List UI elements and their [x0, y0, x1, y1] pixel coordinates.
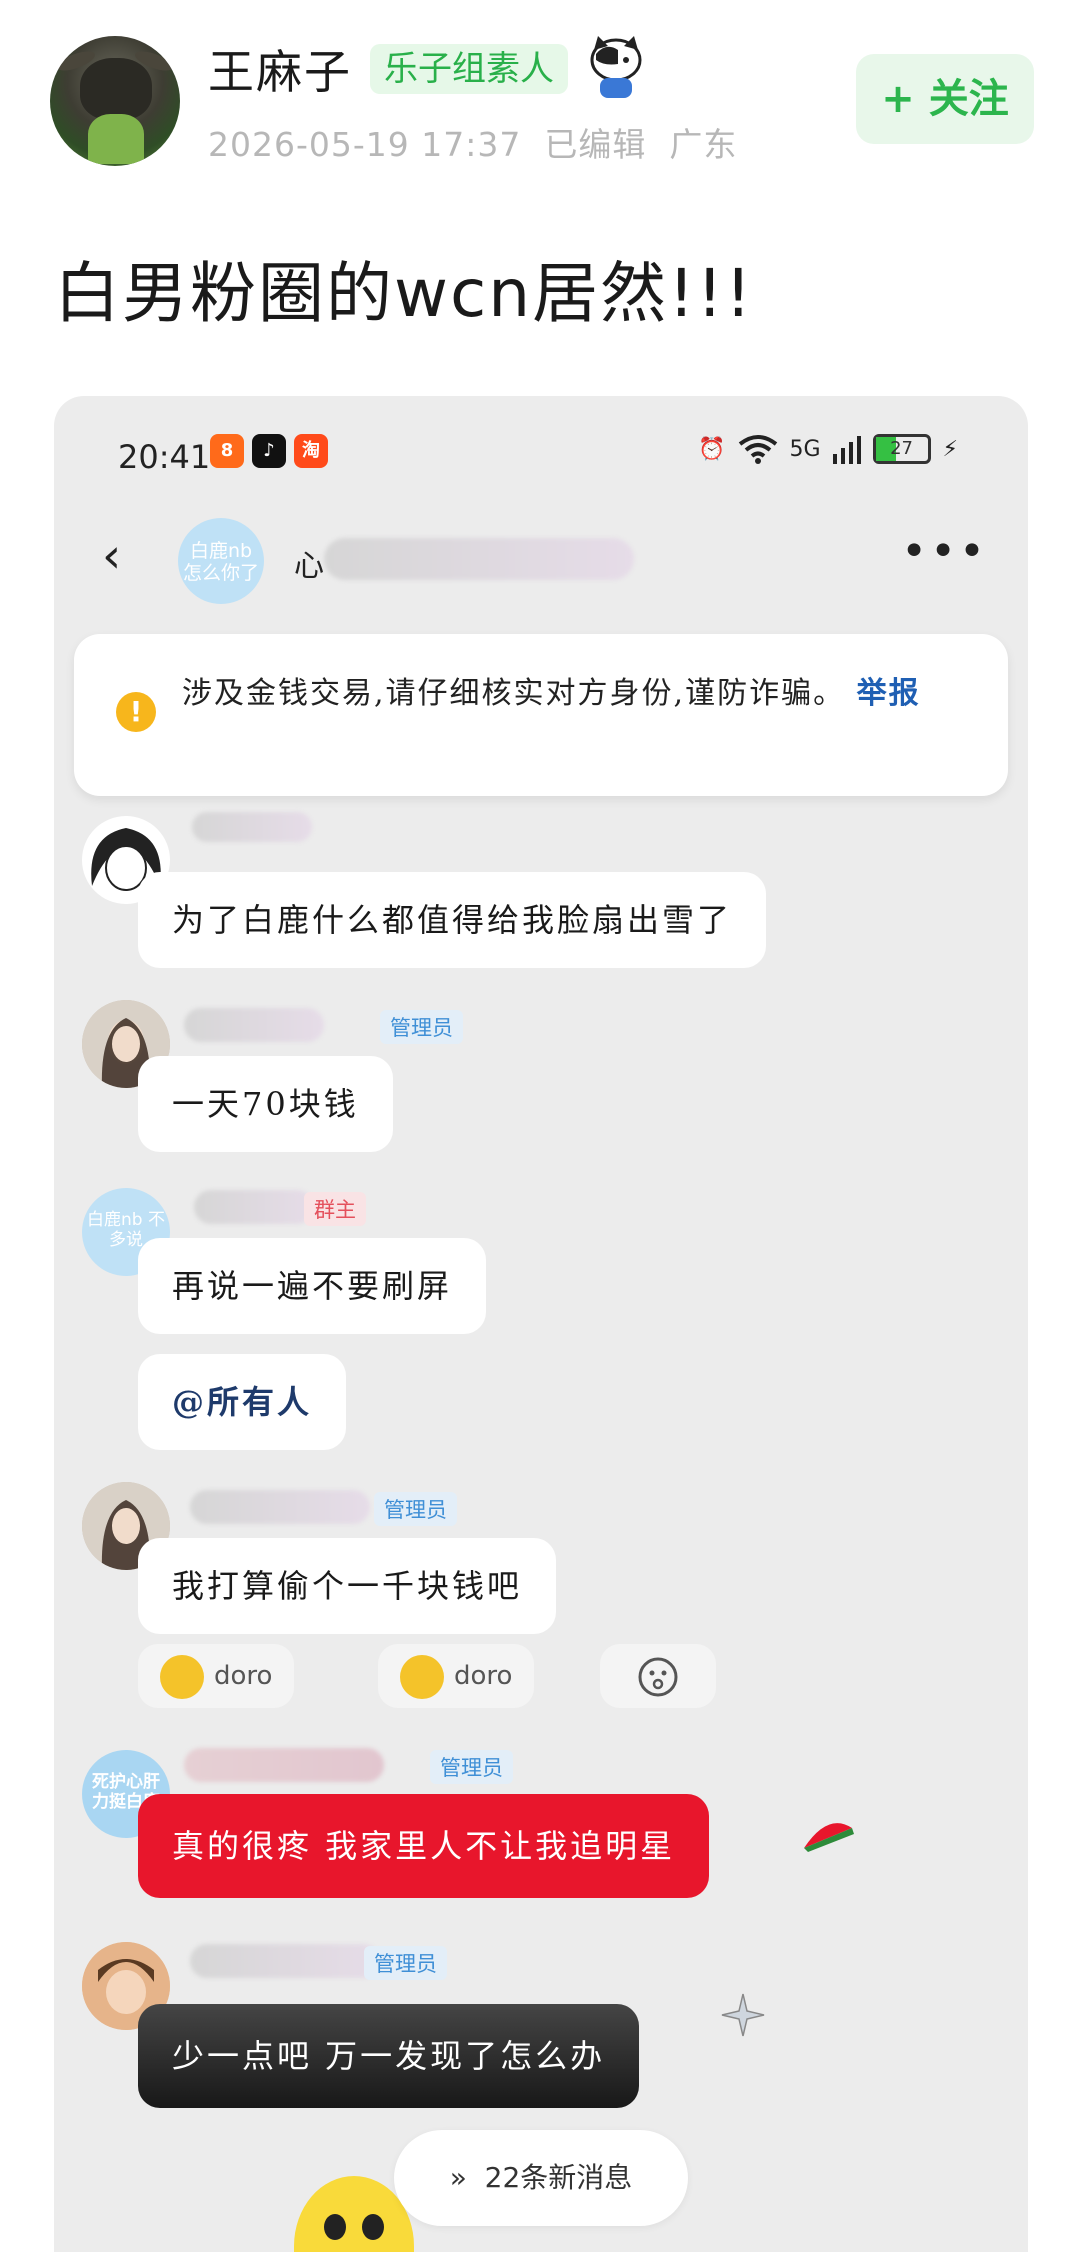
cat-sticker-icon [590, 36, 642, 98]
wifi-icon [738, 435, 777, 464]
admin-tag: 管理员 [374, 1492, 457, 1526]
battery-level: 27 [890, 438, 913, 459]
new-messages-label: 22条新消息 [484, 2161, 633, 2194]
group-name: 心 [294, 549, 324, 584]
owner-tag: 群主 [304, 1192, 366, 1226]
thumbs-up-icon [160, 1654, 204, 1699]
back-icon[interactable]: ‹ [102, 532, 121, 580]
charging-icon: ⚡ [942, 436, 958, 462]
alarm-icon: ⏰ [698, 436, 726, 462]
avatar-buffalo-head [80, 58, 152, 120]
tiktok-icon: ♪ [252, 434, 286, 468]
add-reaction-button[interactable] [600, 1644, 716, 1708]
blurred-group-name [324, 538, 634, 580]
blurred-sender-name [190, 1944, 380, 1978]
status-time: 20:41 [118, 438, 211, 476]
watermelon-icon [804, 1823, 854, 1852]
user-name[interactable]: 王麻子 [208, 36, 352, 102]
message-bubble[interactable]: 我打算偷个一千块钱吧 [138, 1538, 557, 1634]
reaction-user: doro [214, 1661, 273, 1691]
battery-icon: 27 [872, 434, 931, 464]
warning-icon: ! [116, 692, 156, 732]
blurred-sender-name [190, 1490, 370, 1524]
warning-text: 涉及金钱交易,请仔细核实对方身份,谨防诈骗。 举报 [182, 672, 972, 716]
fraud-warning-card: ! 涉及金钱交易,请仔细核实对方身份,谨防诈骗。 举报 [74, 634, 1008, 796]
admin-tag: 管理员 [364, 1946, 447, 1980]
post-location: 广东 [669, 125, 738, 164]
emoji-icon [638, 1657, 678, 1696]
message-bubble[interactable]: 为了白鹿什么都值得给我脸扇出雪了 [138, 872, 767, 968]
post-title: 白男粉圈的wcn居然!!! [54, 255, 754, 332]
mascot-eye-right [362, 2214, 384, 2240]
reaction-thumbs-up[interactable]: doro [138, 1644, 295, 1708]
new-messages-pill[interactable]: » 22条新消息 [394, 2130, 688, 2226]
more-options-icon[interactable]: ••• [901, 526, 988, 577]
warning-message: 涉及金钱交易,请仔细核实对方身份,谨防诈骗。 [182, 676, 846, 711]
post-edited: 已编辑 [544, 125, 647, 164]
admin-tag: 管理员 [430, 1750, 513, 1784]
user-avatar[interactable] [50, 36, 180, 166]
mascot-eye-left [324, 2214, 346, 2240]
app-icon-orange: 8 [210, 434, 244, 468]
blurred-sender-name [184, 1008, 324, 1042]
network-label: 5G [789, 436, 821, 462]
message-bubble[interactable]: 再说一遍不要刷屏 [138, 1238, 487, 1334]
blurred-sender-name [194, 1190, 314, 1224]
report-link[interactable]: 举报 [857, 676, 921, 711]
post-meta: 2026-05-19 17:37 已编辑 广东 [208, 118, 737, 166]
chat-screenshot-image[interactable]: 20:41 8 ♪ 淘 ⏰ 5G 27 ⚡ ‹ 白鹿nb 怎么你了 心 ••• … [54, 396, 1028, 2252]
dark-message-bubble[interactable]: 少一点吧 万一发现了怎么办 [138, 2004, 640, 2108]
admin-tag: 管理员 [380, 1010, 463, 1044]
post-timestamp: 2026-05-19 17:37 [208, 125, 522, 164]
blurred-sender-name [184, 1748, 384, 1782]
sparkle-icon [721, 1993, 765, 2037]
status-app-icons: 8 ♪ 淘 [210, 434, 328, 468]
pleading-face-icon [400, 1654, 444, 1699]
signal-icon [832, 436, 861, 464]
follow-button[interactable]: + 关注 [856, 54, 1034, 144]
avatar-grass [88, 114, 144, 164]
message-bubble[interactable]: 一天70块钱 [138, 1056, 393, 1152]
red-message-bubble[interactable]: 真的很疼 我家里人不让我追明星 [138, 1794, 710, 1898]
status-right: ⏰ 5G 27 ⚡ [698, 434, 958, 464]
group-avatar[interactable]: 白鹿nb 怎么你了 [178, 518, 264, 604]
reaction-pleading[interactable]: doro [378, 1644, 535, 1708]
mention-all-bubble[interactable]: @所有人 [138, 1354, 347, 1450]
user-badge: 乐子组素人 [370, 44, 568, 94]
double-chevron-down-icon: » [449, 2161, 467, 2194]
taobao-icon: 淘 [294, 434, 328, 468]
blurred-sender-name [192, 812, 312, 842]
reaction-user: doro [454, 1661, 513, 1691]
